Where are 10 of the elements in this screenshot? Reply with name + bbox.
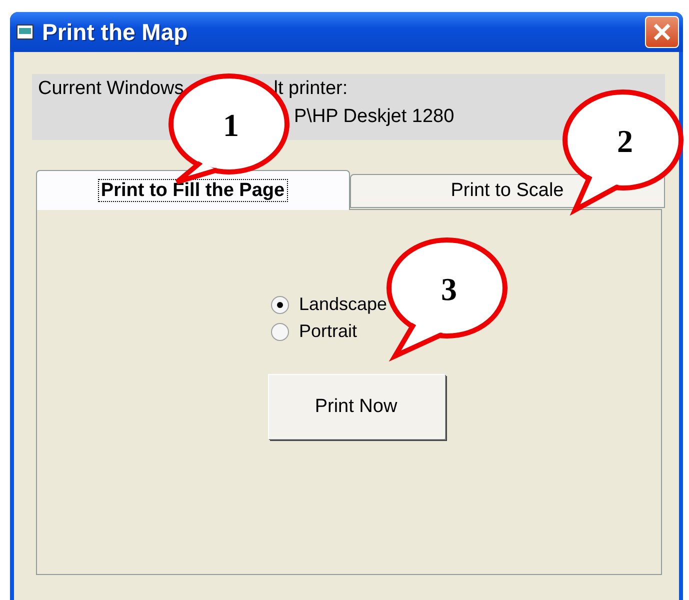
app-icon: [16, 24, 34, 40]
tab[interactable]: Print to Fill the Page: [36, 170, 350, 210]
print-now-button[interactable]: Print Now: [268, 374, 444, 439]
close-button[interactable]: [645, 16, 679, 48]
window-title: Print the Map: [42, 18, 189, 46]
orientation-radio[interactable]: Portrait: [270, 321, 388, 342]
printer-name: P\HP Deskjet 1280: [294, 106, 456, 128]
orientation-radio[interactable]: Landscape: [270, 294, 388, 315]
printer-label: Current Windows: [38, 78, 184, 100]
close-icon: [652, 22, 672, 42]
